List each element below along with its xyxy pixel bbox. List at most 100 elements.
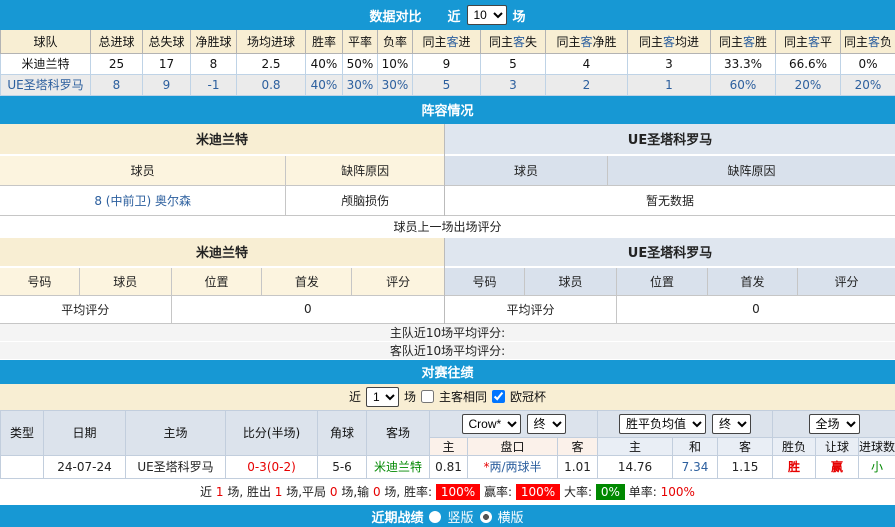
data-compare-title: 数据对比 [369,6,421,25]
rating-column-header: 号码 [445,268,525,296]
h2h-bookmaker-group: Crow* 终 [430,410,598,437]
lineup-away-column-headers: 球员 缺阵原因 [445,156,895,186]
stats-cell: 0.8 [237,74,306,95]
lineup-home-row: 8 (中前卫) 奥尔森颅脑损伤 [0,186,444,216]
stats-cell: 20% [776,74,841,95]
h2h-col-type: 类型 [1,410,44,455]
stats-cell: 5 [481,53,546,74]
h2h-col-corner: 角球 [318,410,367,455]
stats-header-row: 球队总进球总失球净胜球场均进球胜率平率负率同主客进同主客失同主客净胜同主客均进同… [1,30,895,53]
data-compare-header-bar: 数据对比 近 10 场 [0,0,895,30]
stats-cell: 33.3% [711,53,776,74]
match-home-team[interactable]: UE圣塔科罗马 [126,455,226,478]
summary-segment: 场, 胜率: [381,483,436,500]
average-type-select[interactable]: 胜平负均值 [619,414,706,434]
vertical-layout-radio[interactable] [429,511,441,523]
lineup-section: 米迪兰特 球员 缺阵原因 8 (中前卫) 奥尔森颅脑损伤 UE圣塔科罗马 球员 … [0,124,895,216]
stats-cell: 5 [413,74,481,95]
stats-cell: 40% [306,53,343,74]
h2h-sub-handicap: 盘口 [468,437,558,455]
h2h-recent-select[interactable]: 1 [366,387,399,407]
lineup-home-panel: 米迪兰特 球员 缺阵原因 8 (中前卫) 奥尔森颅脑损伤 [0,124,445,216]
horizontal-layout-radio[interactable] [480,511,492,523]
rating-home-team-header: 米迪兰特 [0,238,444,268]
vertical-layout-label: 竖版 [447,507,473,526]
summary-segment: 100% [661,485,695,499]
lineup-player-link[interactable]: 8 (中前卫) 奥尔森 [0,186,286,216]
stats-column-header: 同主客净胜 [546,30,628,53]
lineup-title: 阵容情况 [421,100,473,119]
odds-stage-select[interactable]: 终 [527,414,566,434]
h2h-period-group: 全场 [773,410,895,437]
same-venue-label: 主客相同 [439,388,487,405]
stats-cell: 10% [378,53,413,74]
average-stage-select[interactable]: 终 [712,414,751,434]
bookmaker-select[interactable]: Crow* [462,414,521,434]
stats-column-header: 同主客进 [413,30,481,53]
lineup-reason-column-header: 缺阵原因 [286,156,444,186]
stats-row: UE圣塔科罗马89-10.840%30%30%532160%20%20% [1,74,895,95]
summary-segment: 1 [216,485,224,499]
summary-segment: 赢率: [480,483,516,500]
stats-cell: 20% [841,74,895,95]
summary-segment: 100% [516,484,560,500]
stats-cell: 3 [628,53,711,74]
lineup-away-panel: UE圣塔科罗马 球员 缺阵原因 暂无数据 [445,124,895,216]
avg-draw-value: 7.34 [673,455,718,478]
stats-cell: 米迪兰特 [1,53,91,74]
matches-label: 场 [513,6,526,25]
average-rating-value: 0 [172,296,444,324]
h2h-sub-goals: 进球数 [859,437,895,455]
h2h-sub-handicap-result: 让球 [816,437,859,455]
handicap-value: *两/两球半 [468,455,558,478]
recent-matches-select[interactable]: 10 [467,5,507,25]
match-corners: 5-6 [318,455,367,478]
result-win-loss: 胜 [773,455,816,478]
stats-cell: 30% [343,74,378,95]
lineup-header-bar: 阵容情况 [0,96,895,124]
summary-segment: 大率: [560,483,596,500]
avg-away-value: 1.15 [718,455,773,478]
stats-column-header: 胜率 [306,30,343,53]
stats-cell: 40% [306,74,343,95]
stats-cell: 9 [413,53,481,74]
stats-row: 米迪兰特251782.540%50%10%954333.3%66.6%0% [1,53,895,74]
h2h-col-date: 日期 [44,410,126,455]
rating-home-column-headers: 号码球员位置首发评分 [0,268,444,296]
stats-cell: 60% [711,74,776,95]
recent-results-bar: 近期战绩 竖版 横版 [0,505,895,527]
stats-cell: 17 [143,53,191,74]
rating-column-header: 号码 [0,268,80,296]
rating-column-header: 首发 [262,268,352,296]
summary-segment: 场,平局 [282,483,329,500]
away-odds-value: 1.01 [558,455,598,478]
stats-cell: 2 [546,74,628,95]
h2h-header-bar: 对赛往绩 [0,360,895,384]
rating-section: 米迪兰特 号码球员位置首发评分 平均评分 0 UE圣塔科罗马 号码球员位置首发评… [0,238,895,324]
champions-cup-checkbox[interactable] [492,390,505,403]
h2h-sub-home-odds: 主 [430,437,468,455]
period-select[interactable]: 全场 [809,414,860,434]
lineup-reason-column-header: 缺阵原因 [608,156,895,186]
stats-cell: 50% [343,53,378,74]
match-away-team[interactable]: 米迪兰特 [367,455,430,478]
stats-cell: -1 [191,74,237,95]
match-score: 0-3(0-2) [226,455,318,478]
stats-column-header: 同主客胜 [711,30,776,53]
stats-cell: 30% [378,74,413,95]
h2h-col-away: 客场 [367,410,430,455]
rating-column-header: 球员 [525,268,617,296]
lineup-home-rows: 8 (中前卫) 奥尔森颅脑损伤 [0,186,444,216]
stats-column-header: 场均进球 [237,30,306,53]
summary-segment: 近 [200,483,216,500]
champions-cup-label: 欧冠杯 [510,388,546,405]
summary-segment: 1 [275,485,283,499]
h2h-sub-result: 胜负 [773,437,816,455]
h2h-header-row-1: 类型 日期 主场 比分(半场) 角球 客场 Crow* 终 胜平负均值 终 全场 [1,410,895,437]
h2h-average-group: 胜平负均值 终 [598,410,773,437]
same-venue-checkbox[interactable] [421,390,434,403]
stats-column-header: 同主客平 [776,30,841,53]
stats-cell: 3 [481,74,546,95]
rating-home-average-row: 平均评分 0 [0,296,444,324]
stats-cell: UE圣塔科罗马 [1,74,91,95]
